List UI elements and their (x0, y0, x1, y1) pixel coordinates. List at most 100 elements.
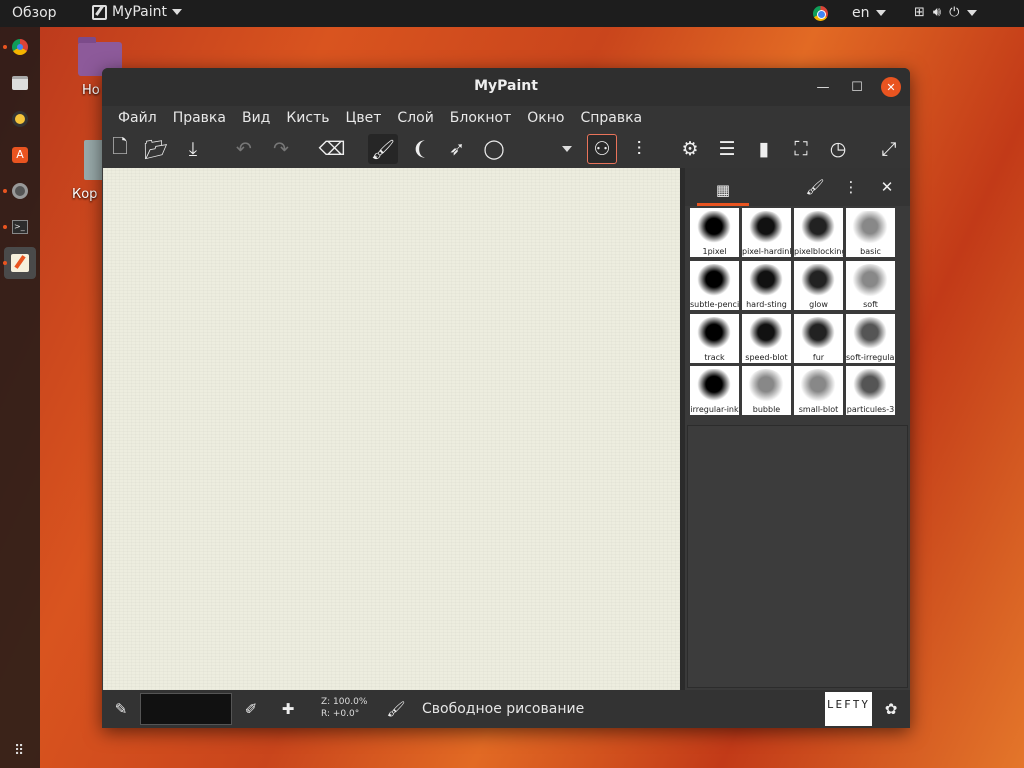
menu-file[interactable]: Файл (110, 110, 165, 126)
save-file-button[interactable]: ⤓ (178, 134, 208, 164)
brush-set-button[interactable]: ⫶ (624, 134, 654, 164)
brush-preset-irregular-ink[interactable]: irregular-ink (690, 366, 739, 416)
brush-preset-small-blot[interactable]: small-blot (794, 366, 843, 416)
brush-preset-track[interactable]: track (690, 313, 739, 363)
dock-rhythmbox[interactable] (4, 103, 36, 135)
current-color-swatch[interactable] (140, 693, 232, 725)
brush-mode-switch-icon[interactable]: ✿ (880, 698, 902, 720)
inking-button[interactable]: ❨ (405, 134, 435, 164)
tab-brushes[interactable]: ▦ (697, 176, 749, 206)
brush-preset-1pixel[interactable]: 1pixel (690, 208, 739, 257)
drawing-canvas[interactable] (103, 168, 680, 690)
brush-stroke-preview (747, 316, 785, 351)
color-circles-button[interactable]: ⚇ (587, 134, 617, 164)
connected-lines-button[interactable]: ➶ (442, 134, 472, 164)
brush-stroke-preview (747, 211, 785, 245)
chrome-icon (12, 39, 28, 55)
rotation-label: R: +0.0° (321, 709, 360, 719)
dock-mypaint[interactable] (3, 247, 36, 279)
redo-button[interactable]: ↷ (266, 134, 296, 164)
brush-preset-pixelblocking[interactable]: pixelblocking (794, 208, 843, 257)
panel-menu-icon[interactable]: ⋮ (839, 176, 863, 198)
brush-label: soft-irregular (846, 352, 895, 362)
brush-label: pixelblocking (794, 247, 843, 256)
brush-preset-bubble[interactable]: bubble (742, 366, 791, 416)
disc-icon (12, 183, 28, 199)
brush-preset-basic[interactable]: basic (846, 208, 895, 257)
running-indicator (3, 45, 7, 49)
chevron-down-icon (875, 10, 886, 16)
power-icon: ⏻ (949, 5, 960, 20)
top-bar: Обзор MyPaint en ⊞ 🔊︎ ⏻ (0, 0, 1024, 27)
tool-options-dropdown[interactable] (552, 134, 582, 164)
brush-preset-speed-blot[interactable]: speed-blot (742, 313, 791, 363)
brush-preset-soft-irregular[interactable]: soft-irregular (846, 313, 895, 363)
color-picker-icon[interactable]: ✎ (110, 698, 132, 720)
undo-button[interactable]: ↶ (229, 134, 259, 164)
open-file-button[interactable]: 📂︎ (141, 134, 171, 164)
brush-stroke-preview (799, 263, 837, 298)
brush-preset-particules-3[interactable]: particules-3 (846, 366, 895, 416)
brush-panel: ▦ 🖌︎ ⋮ ✕ 1pixel pixel-hardink pixelblockin… (685, 168, 910, 690)
desktop-trash[interactable]: Кор (72, 140, 104, 202)
brush-preset-glow[interactable]: glow (794, 260, 843, 310)
menu-edit[interactable]: Правка (165, 110, 234, 126)
dock-disc[interactable] (3, 175, 36, 207)
brush-label: bubble (752, 405, 781, 415)
brush-label: glow (809, 299, 828, 309)
show-apps-icon[interactable]: ⠿ (14, 743, 24, 759)
menu-scratchpad[interactable]: Блокнот (442, 110, 519, 126)
menu-window[interactable]: Окно (519, 110, 572, 126)
menu-color[interactable]: Цвет (338, 110, 390, 126)
brush-group-icon: ▦ (715, 180, 731, 199)
settings-button[interactable]: ⚙ (675, 134, 705, 164)
brush-preset-hard-sting[interactable]: hard-sting (742, 260, 791, 310)
lefty-brush-preview[interactable]: LEFTY (825, 692, 872, 726)
menu-layer[interactable]: Слой (389, 110, 441, 126)
panel-tabs: ▦ 🖌︎ ⋮ ✕ (685, 168, 910, 206)
history-button[interactable]: ◷ (823, 134, 853, 164)
volume-icon: 🔊︎ (932, 5, 942, 20)
app-menu-label: MyPaint (112, 4, 168, 20)
fullscreen-button[interactable]: ⛶ (786, 134, 816, 164)
brush-stroke-preview (799, 316, 837, 351)
language-switcher[interactable]: en (852, 5, 886, 21)
layers-button[interactable]: ☰ (712, 134, 742, 164)
brush-preset-subtle-pencil[interactable]: subtle-pencil (690, 260, 739, 310)
chrome-icon[interactable] (813, 6, 828, 21)
dock-chrome[interactable] (3, 31, 36, 63)
panel-close-icon[interactable]: ✕ (875, 176, 899, 198)
expand-button[interactable]: ⤢ (874, 134, 904, 164)
brush-preset-fur[interactable]: fur (794, 313, 843, 363)
brush-label: small-blot (798, 405, 839, 415)
dock-software[interactable]: A (4, 139, 36, 171)
brush-preset-soft[interactable]: soft (846, 260, 895, 310)
maximize-button[interactable]: ☐ (847, 77, 867, 97)
activities-button[interactable]: Обзор (12, 5, 57, 21)
menu-brush[interactable]: Кисть (278, 110, 337, 126)
brush-preset-pixel-hardink[interactable]: pixel-hardink (742, 208, 791, 257)
menu-help[interactable]: Справка (572, 110, 650, 126)
zoom-rotation-readout: Z: 100.0% R: +0.0° (321, 696, 367, 720)
brush-stroke-preview (695, 316, 733, 351)
app-menu-button[interactable]: MyPaint (92, 4, 183, 20)
brush-edit-icon[interactable]: 🖌︎ (803, 176, 827, 198)
software-icon: A (12, 147, 28, 163)
brush-grid: 1pixel pixel-hardink pixelblocking basic sub… (688, 206, 908, 418)
menu-view[interactable]: Вид (234, 110, 278, 126)
dock-terminal[interactable]: >_ (3, 211, 36, 243)
dock-files[interactable] (4, 67, 36, 99)
freehand-brush-button[interactable]: 🖌︎ (368, 134, 398, 164)
brush-settings-icon[interactable]: ✐ (240, 698, 262, 720)
system-menu[interactable]: ⊞ 🔊︎ ⏻ (914, 5, 978, 20)
terminal-icon: >_ (12, 220, 28, 234)
eraser-button[interactable]: ⌫ (317, 134, 347, 164)
scratchpad-button[interactable]: ▮ (749, 134, 779, 164)
new-document-button[interactable]: 🗋 (105, 134, 135, 164)
close-button[interactable]: ✕ (881, 77, 901, 97)
add-brush-icon[interactable]: ✚ (277, 698, 299, 720)
brush-label: fur (812, 352, 825, 362)
ellipse-button[interactable]: ◯ (479, 134, 509, 164)
minimize-button[interactable]: — (813, 77, 833, 97)
trash-icon (84, 140, 104, 180)
